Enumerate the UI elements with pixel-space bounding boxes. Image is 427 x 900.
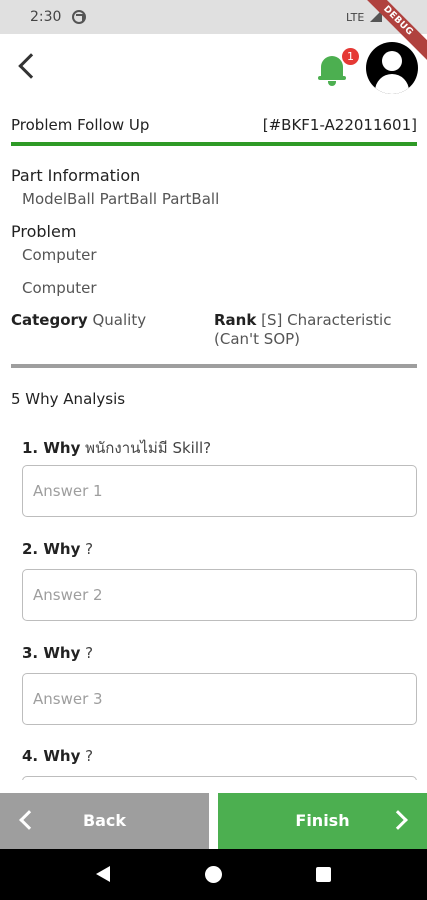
why-3-number: 3. Why xyxy=(22,644,81,662)
nav-back-icon[interactable] xyxy=(96,866,110,882)
problem-value: Computer xyxy=(22,246,97,264)
network-type: LTE xyxy=(346,11,365,24)
page-title-row: Problem Follow Up [#BKF1-A22011601] xyxy=(11,116,417,144)
why-1-question: พนักงานไม่มี Skill? xyxy=(85,439,212,457)
back-icon[interactable] xyxy=(18,53,44,79)
answer-1-input[interactable] xyxy=(23,466,416,516)
page-title: Problem Follow Up xyxy=(11,116,150,134)
why-3-label: 3. Why ? xyxy=(22,644,93,662)
why-3-question: ? xyxy=(85,644,94,662)
status-time: 2:30 xyxy=(30,9,62,25)
app-bar: 1 xyxy=(0,34,427,104)
problem-detail-value: Computer xyxy=(22,279,97,297)
problem-label: Problem xyxy=(11,222,77,241)
why-2-question: ? xyxy=(85,540,94,558)
rank-label: Rank xyxy=(214,311,257,329)
problem-code: [#BKF1-A22011601] xyxy=(262,116,417,134)
answer-1-field[interactable] xyxy=(22,465,417,517)
notification-badge: 1 xyxy=(342,48,359,65)
back-button-label: Back xyxy=(82,811,127,830)
category-label: Category xyxy=(11,311,88,329)
category-field: Category Quality xyxy=(11,311,146,329)
sync-icon xyxy=(72,10,86,24)
system-nav-bar xyxy=(0,849,427,900)
category-rank-row: Category Quality Rank [S] Characteristic… xyxy=(11,311,417,355)
why-4-question: ? xyxy=(85,747,94,765)
content-scroll[interactable]: Problem Follow Up [#BKF1-A22011601] Part… xyxy=(0,104,427,780)
answer-2-input[interactable] xyxy=(23,570,416,620)
nav-recents-icon[interactable] xyxy=(316,867,331,882)
why-2-number: 2. Why xyxy=(22,540,81,558)
avatar-icon[interactable] xyxy=(366,42,418,94)
answer-4-field[interactable] xyxy=(22,776,417,780)
why-1-label: 1. Why พนักงานไม่มี Skill? xyxy=(22,436,211,460)
analysis-title: 5 Why Analysis xyxy=(11,390,126,408)
answer-4-input[interactable] xyxy=(23,777,416,780)
bottom-action-bar: Back Finish xyxy=(0,793,427,849)
why-4-number: 4. Why xyxy=(22,747,81,765)
status-bar: 2:30 LTE DEBUG xyxy=(0,0,427,65)
back-button[interactable]: Back xyxy=(0,793,209,849)
finish-button[interactable]: Finish xyxy=(218,793,427,849)
answer-3-field[interactable] xyxy=(22,673,417,725)
nav-home-icon[interactable] xyxy=(205,866,222,883)
part-information-label: Part Information xyxy=(11,166,141,185)
answer-2-field[interactable] xyxy=(22,569,417,621)
title-divider xyxy=(11,142,417,146)
why-2-label: 2. Why ? xyxy=(22,540,93,558)
why-1-number: 1. Why xyxy=(22,439,81,457)
rank-field: Rank [S] Characteristic (Can't SOP) xyxy=(214,311,414,349)
section-divider xyxy=(11,364,417,368)
why-4-label: 4. Why ? xyxy=(22,747,93,765)
answer-3-input[interactable] xyxy=(23,674,416,724)
part-information-value: ModelBall PartBall PartBall xyxy=(22,190,220,208)
category-value: Quality xyxy=(92,311,147,329)
